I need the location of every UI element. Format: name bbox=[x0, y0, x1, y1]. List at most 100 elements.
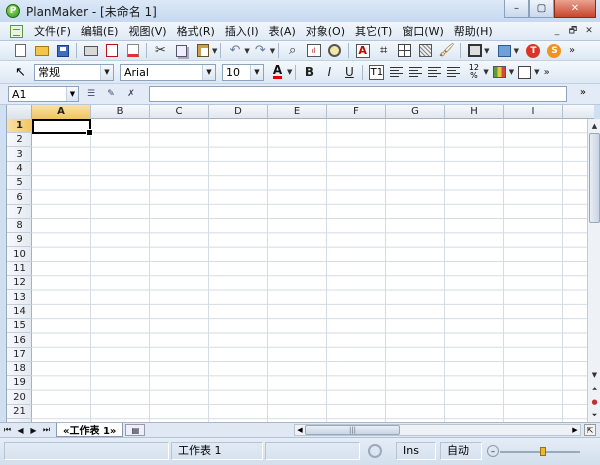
column-header-a[interactable]: A bbox=[32, 105, 91, 119]
cancel-entry-icon[interactable]: ✗ bbox=[123, 87, 139, 101]
presentations-button[interactable]: S bbox=[546, 43, 563, 59]
row-header-4[interactable]: 4 bbox=[7, 162, 32, 176]
menu-view[interactable]: 视图(V) bbox=[123, 23, 171, 39]
row-header-13[interactable]: 13 bbox=[7, 291, 32, 305]
select-all-corner[interactable] bbox=[7, 105, 32, 119]
borders-button[interactable] bbox=[516, 64, 533, 80]
vertical-scrollbar[interactable]: ▲ ▼ ⏶ ● ⏷ bbox=[587, 119, 600, 422]
planmaker-app-icon[interactable]: P bbox=[6, 4, 20, 18]
row-header-9[interactable]: 9 bbox=[7, 233, 32, 248]
column-header-d[interactable]: D bbox=[209, 105, 268, 119]
scroll-left-icon[interactable]: ◀ bbox=[295, 425, 305, 435]
column-header-g[interactable]: G bbox=[386, 105, 445, 119]
toolbar-overflow-chevron[interactable]: » bbox=[544, 67, 550, 78]
row-header-11[interactable]: 11 bbox=[7, 262, 32, 276]
document-icon[interactable] bbox=[10, 24, 23, 38]
gridlines-button[interactable] bbox=[396, 43, 413, 59]
print-preview-button[interactable] bbox=[124, 43, 141, 59]
row-header-2[interactable]: 2 bbox=[7, 133, 32, 148]
database-button[interactable] bbox=[496, 43, 513, 59]
zoom-out-icon[interactable]: – bbox=[487, 445, 499, 457]
formula-input[interactable] bbox=[149, 86, 567, 102]
chevron-down-icon[interactable]: ▼ bbox=[250, 64, 263, 80]
copy-button[interactable] bbox=[173, 43, 190, 59]
row-header-19[interactable]: 19 bbox=[7, 376, 32, 391]
insert-text-frame-button[interactable]: A bbox=[354, 43, 371, 59]
export-pdf-button[interactable] bbox=[103, 43, 120, 59]
column-header-c[interactable]: C bbox=[150, 105, 209, 119]
doc-restore-button[interactable]: 🗗 bbox=[566, 24, 580, 37]
font-size-combo[interactable]: 10 ▼ bbox=[222, 63, 264, 81]
confirm-entry-icon[interactable]: ✎ bbox=[103, 87, 119, 101]
zoom-button[interactable] bbox=[326, 43, 343, 59]
menu-format[interactable]: 格式(R) bbox=[172, 23, 220, 39]
number-format-button[interactable]: 12% bbox=[465, 64, 482, 80]
browse-object-icon[interactable]: ● bbox=[589, 396, 600, 408]
underline-button[interactable]: U bbox=[341, 65, 357, 79]
status-insert-mode[interactable]: Ins bbox=[396, 442, 436, 460]
column-header-f[interactable]: F bbox=[327, 105, 386, 119]
maximize-button[interactable]: ▢ bbox=[529, 0, 554, 18]
next-page-icon[interactable]: ⏷ bbox=[589, 409, 600, 421]
cut-button[interactable]: ✂ bbox=[152, 43, 169, 59]
undo-button[interactable]: ↶ bbox=[226, 43, 243, 59]
conditional-format-dropdown-arrow[interactable]: ▼ bbox=[509, 68, 514, 76]
row-header-12[interactable]: 12 bbox=[7, 276, 32, 291]
align-center-button[interactable] bbox=[409, 67, 423, 77]
open-file-button[interactable] bbox=[33, 43, 50, 59]
menu-file[interactable]: 文件(F) bbox=[29, 23, 76, 39]
chevron-down-icon[interactable]: ▼ bbox=[202, 64, 215, 80]
horizontal-scroll-thumb[interactable]: ||| bbox=[305, 425, 400, 435]
column-header-b[interactable]: B bbox=[91, 105, 150, 119]
bold-button[interactable]: B bbox=[301, 65, 317, 79]
align-left-button[interactable] bbox=[390, 67, 404, 77]
vertical-scroll-thumb[interactable] bbox=[589, 133, 600, 223]
row-header-16[interactable]: 16 bbox=[7, 334, 32, 348]
font-color-dropdown-arrow[interactable]: ▼ bbox=[287, 68, 292, 76]
cell-area[interactable] bbox=[32, 119, 587, 422]
scroll-right-icon[interactable]: ▶ bbox=[570, 425, 580, 435]
next-sheet-icon[interactable]: ▶ bbox=[28, 424, 39, 436]
insert-chart-button[interactable]: ıl bbox=[305, 43, 322, 59]
select-objects-button[interactable]: ↖ bbox=[12, 64, 29, 80]
chevron-down-icon[interactable]: ▼ bbox=[66, 87, 78, 101]
chevron-down-icon[interactable]: ▼ bbox=[100, 64, 113, 80]
row-header-15[interactable]: 15 bbox=[7, 319, 32, 334]
row-header-21[interactable]: 21 bbox=[7, 405, 32, 419]
row-header-10[interactable]: 10 bbox=[7, 248, 32, 262]
shading-button[interactable] bbox=[417, 43, 434, 59]
row-header-1[interactable]: 1 bbox=[7, 119, 32, 133]
format-painter-button[interactable]: 🖌 bbox=[438, 43, 455, 59]
align-right-button[interactable] bbox=[428, 67, 442, 77]
row-header-6[interactable]: 6 bbox=[7, 191, 32, 205]
scroll-up-icon[interactable]: ▲ bbox=[589, 120, 600, 132]
toolbar-overflow-chevron[interactable]: » bbox=[569, 45, 575, 56]
column-header-h[interactable]: H bbox=[445, 105, 504, 119]
zoom-slider-handle[interactable] bbox=[540, 447, 546, 456]
menu-insert[interactable]: 插入(I) bbox=[220, 23, 264, 39]
new-file-button[interactable] bbox=[12, 43, 29, 59]
undo-dropdown-arrow[interactable]: ▼ bbox=[244, 47, 249, 55]
sheet-view-dropdown-arrow[interactable]: ▼ bbox=[484, 47, 489, 55]
horizontal-scrollbar[interactable]: ◀ ||| ▶ bbox=[294, 424, 581, 436]
textmaker-button[interactable]: T bbox=[525, 43, 542, 59]
doc-minimize-button[interactable]: _ bbox=[550, 24, 564, 37]
save-button[interactable] bbox=[54, 43, 71, 59]
insert-sheet-icon[interactable]: ▤ bbox=[125, 424, 146, 436]
paste-button[interactable] bbox=[194, 43, 211, 59]
menu-table[interactable]: 表(A) bbox=[264, 23, 301, 39]
previous-page-icon[interactable]: ⏶ bbox=[589, 383, 600, 395]
menu-object[interactable]: 对象(O) bbox=[301, 23, 350, 39]
row-header-14[interactable]: 14 bbox=[7, 305, 32, 319]
status-calc-mode[interactable]: 自动 bbox=[440, 442, 482, 460]
row-header-8[interactable]: 8 bbox=[7, 219, 32, 234]
menu-window[interactable]: 窗口(W) bbox=[397, 23, 448, 39]
row-header-7[interactable]: 7 bbox=[7, 205, 32, 219]
minimize-button[interactable]: – bbox=[504, 0, 529, 18]
menu-tools[interactable]: 其它(T) bbox=[350, 23, 397, 39]
sheet-tab-1[interactable]: «工作表 1» bbox=[56, 423, 124, 437]
name-box[interactable]: A1 ▼ bbox=[8, 86, 79, 102]
split-view-icon[interactable]: ⇱ bbox=[584, 424, 596, 436]
find-button[interactable]: ⌕ bbox=[284, 43, 301, 59]
functions-icon[interactable]: ☰ bbox=[83, 87, 99, 101]
